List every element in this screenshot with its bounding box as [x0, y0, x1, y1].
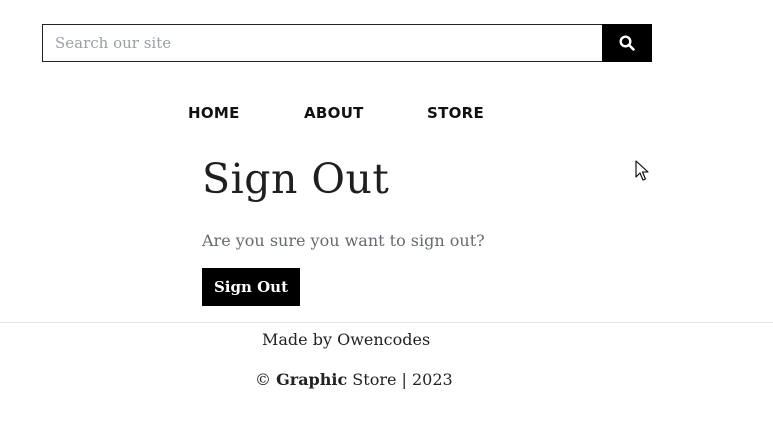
brand-name-rest: Store | 2023 [352, 370, 453, 389]
sign-out-button[interactable]: Sign Out [202, 268, 300, 306]
search-input[interactable] [42, 24, 602, 62]
copyright-symbol: © [255, 370, 271, 389]
page-title: Sign Out [202, 155, 390, 203]
confirmation-text: Are you sure you want to sign out? [202, 231, 485, 250]
search-form [42, 24, 652, 62]
made-by-text: Made by Owencodes [262, 330, 431, 349]
page: HOME ABOUT STORE Sign Out Are you sure y… [0, 0, 773, 442]
nav-item-about[interactable]: ABOUT [304, 103, 427, 123]
brand-name-bold: Graphic [276, 370, 348, 389]
mouse-cursor-icon [635, 160, 649, 181]
nav-item-store[interactable]: STORE [427, 103, 507, 123]
search-icon [619, 35, 635, 51]
nav-item-home[interactable]: HOME [188, 103, 304, 123]
main-nav: HOME ABOUT STORE [188, 103, 507, 123]
search-button[interactable] [602, 24, 652, 62]
copyright-text: © Graphic Store | 2023 [255, 369, 453, 391]
footer-divider [0, 322, 773, 323]
